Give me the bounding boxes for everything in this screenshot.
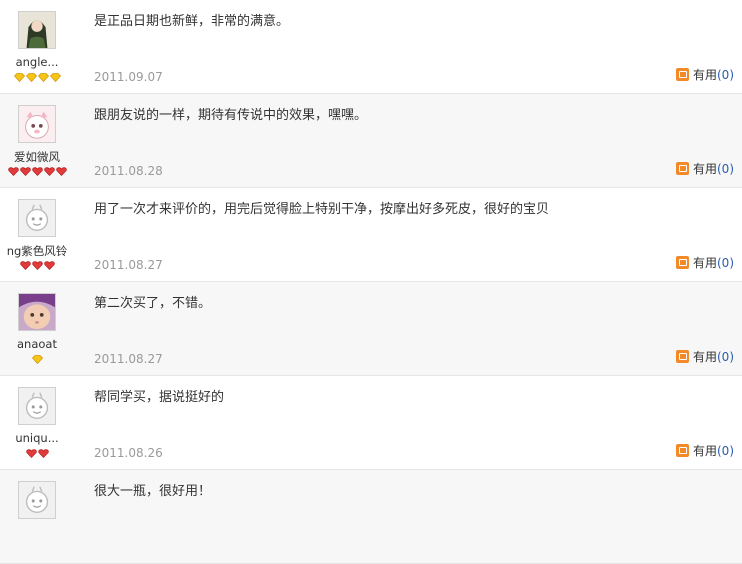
review-text: 用了一次才来评价的，用完后觉得脸上特别干净，按摩出好多死皮，很好的宝贝 [94, 202, 550, 217]
review-date: 2011.08.28 [94, 164, 163, 178]
useful-button[interactable]: 有用(0) [675, 254, 734, 271]
default-avatar[interactable] [18, 387, 56, 425]
reviewer-rank-badges [0, 354, 74, 365]
review-text: 跟朋友说的一样，期待有传说中的效果，嘿嘿。 [94, 108, 368, 123]
red-heart-icon [7, 166, 19, 177]
review-date: 2011.08.26 [94, 446, 163, 460]
default-avatar[interactable] [18, 481, 56, 519]
reviewer-rank-badges [0, 260, 74, 271]
reviewer-username[interactable]: uniqu... [0, 431, 74, 445]
review-item: anaoat 第二次买了，不错。 2011.08.27 有用(0) [0, 282, 742, 376]
thumbs-up-icon [675, 256, 689, 269]
review-text: 第二次买了，不错。 [94, 296, 212, 311]
useful-label: 有用 [692, 444, 717, 458]
default-avatar[interactable] [18, 199, 56, 237]
thumbs-up-icon [675, 68, 689, 81]
review-text: 很大一瓶，很好用！ [94, 484, 212, 499]
review-item: ng紫色风铃 用了一次才来评价的，用完后觉得脸上特别干净，按摩出好多死皮，很好的宝… [0, 188, 742, 282]
red-heart-icon [37, 448, 49, 459]
thumbs-up-icon [675, 162, 689, 175]
red-heart-icon [31, 166, 43, 177]
review-list: angle... 是正品日期也新鲜，非常的满意。 2011.09.07 有用(0) 爱如… [0, 0, 742, 564]
pink-pig-avatar[interactable] [18, 105, 56, 143]
baby-photo-avatar[interactable] [18, 293, 56, 331]
red-heart-icon [43, 166, 55, 177]
useful-label: 有用 [692, 68, 717, 82]
useful-label: 有用 [692, 162, 717, 176]
review-item: angle... 是正品日期也新鲜，非常的满意。 2011.09.07 有用(0) [0, 0, 742, 94]
useful-button[interactable]: 有用(0) [675, 442, 734, 459]
useful-count[interactable]: (0) [717, 162, 734, 176]
anime-girl-avatar[interactable] [18, 11, 56, 49]
red-heart-icon [55, 166, 67, 177]
thumbs-up-icon [675, 444, 689, 457]
useful-button[interactable]: 有用(0) [675, 66, 734, 83]
red-heart-icon [19, 260, 31, 271]
gold-diamond-icon [49, 72, 61, 83]
reviewer-rank-badges [0, 448, 74, 459]
red-heart-icon [31, 260, 43, 271]
useful-button[interactable]: 有用(0) [675, 160, 734, 177]
useful-button[interactable]: 有用(0) [675, 348, 734, 365]
red-heart-icon [43, 260, 55, 271]
reviewer-username[interactable]: angle... [0, 55, 74, 69]
reviewer-rank-badges [0, 166, 74, 177]
reviewer-rank-badges [0, 72, 74, 83]
reviewer-username[interactable]: ng紫色风铃 [0, 243, 74, 259]
useful-count[interactable]: (0) [717, 68, 734, 82]
red-heart-icon [25, 448, 37, 459]
review-item: uniqu... 帮同学买，据说挺好的 2011.08.26 有用(0) [0, 376, 742, 470]
reviewer-username[interactable]: 爱如微风 [0, 149, 74, 165]
useful-count[interactable]: (0) [717, 444, 734, 458]
useful-count[interactable]: (0) [717, 256, 734, 270]
reviewer-username[interactable]: anaoat [0, 337, 74, 351]
review-date: 2011.09.07 [94, 70, 163, 84]
review-date: 2011.08.27 [94, 258, 163, 272]
useful-label: 有用 [692, 350, 717, 364]
gold-diamond-icon [37, 72, 49, 83]
useful-label: 有用 [692, 256, 717, 270]
gold-diamond-icon [13, 72, 25, 83]
review-item: 爱如微风 跟朋友说的一样，期待有传说中的效果，嘿嘿。 2011.08.28 有用(0) [0, 94, 742, 188]
useful-count[interactable]: (0) [717, 350, 734, 364]
thumbs-up-icon [675, 350, 689, 363]
review-item: 很大一瓶，很好用！ [0, 470, 742, 564]
review-date: 2011.08.27 [94, 352, 163, 366]
gold-diamond-icon [31, 354, 43, 365]
red-heart-icon [19, 166, 31, 177]
gold-diamond-icon [25, 72, 37, 83]
review-text: 是正品日期也新鲜，非常的满意。 [94, 14, 290, 29]
review-text: 帮同学买，据说挺好的 [94, 390, 225, 405]
